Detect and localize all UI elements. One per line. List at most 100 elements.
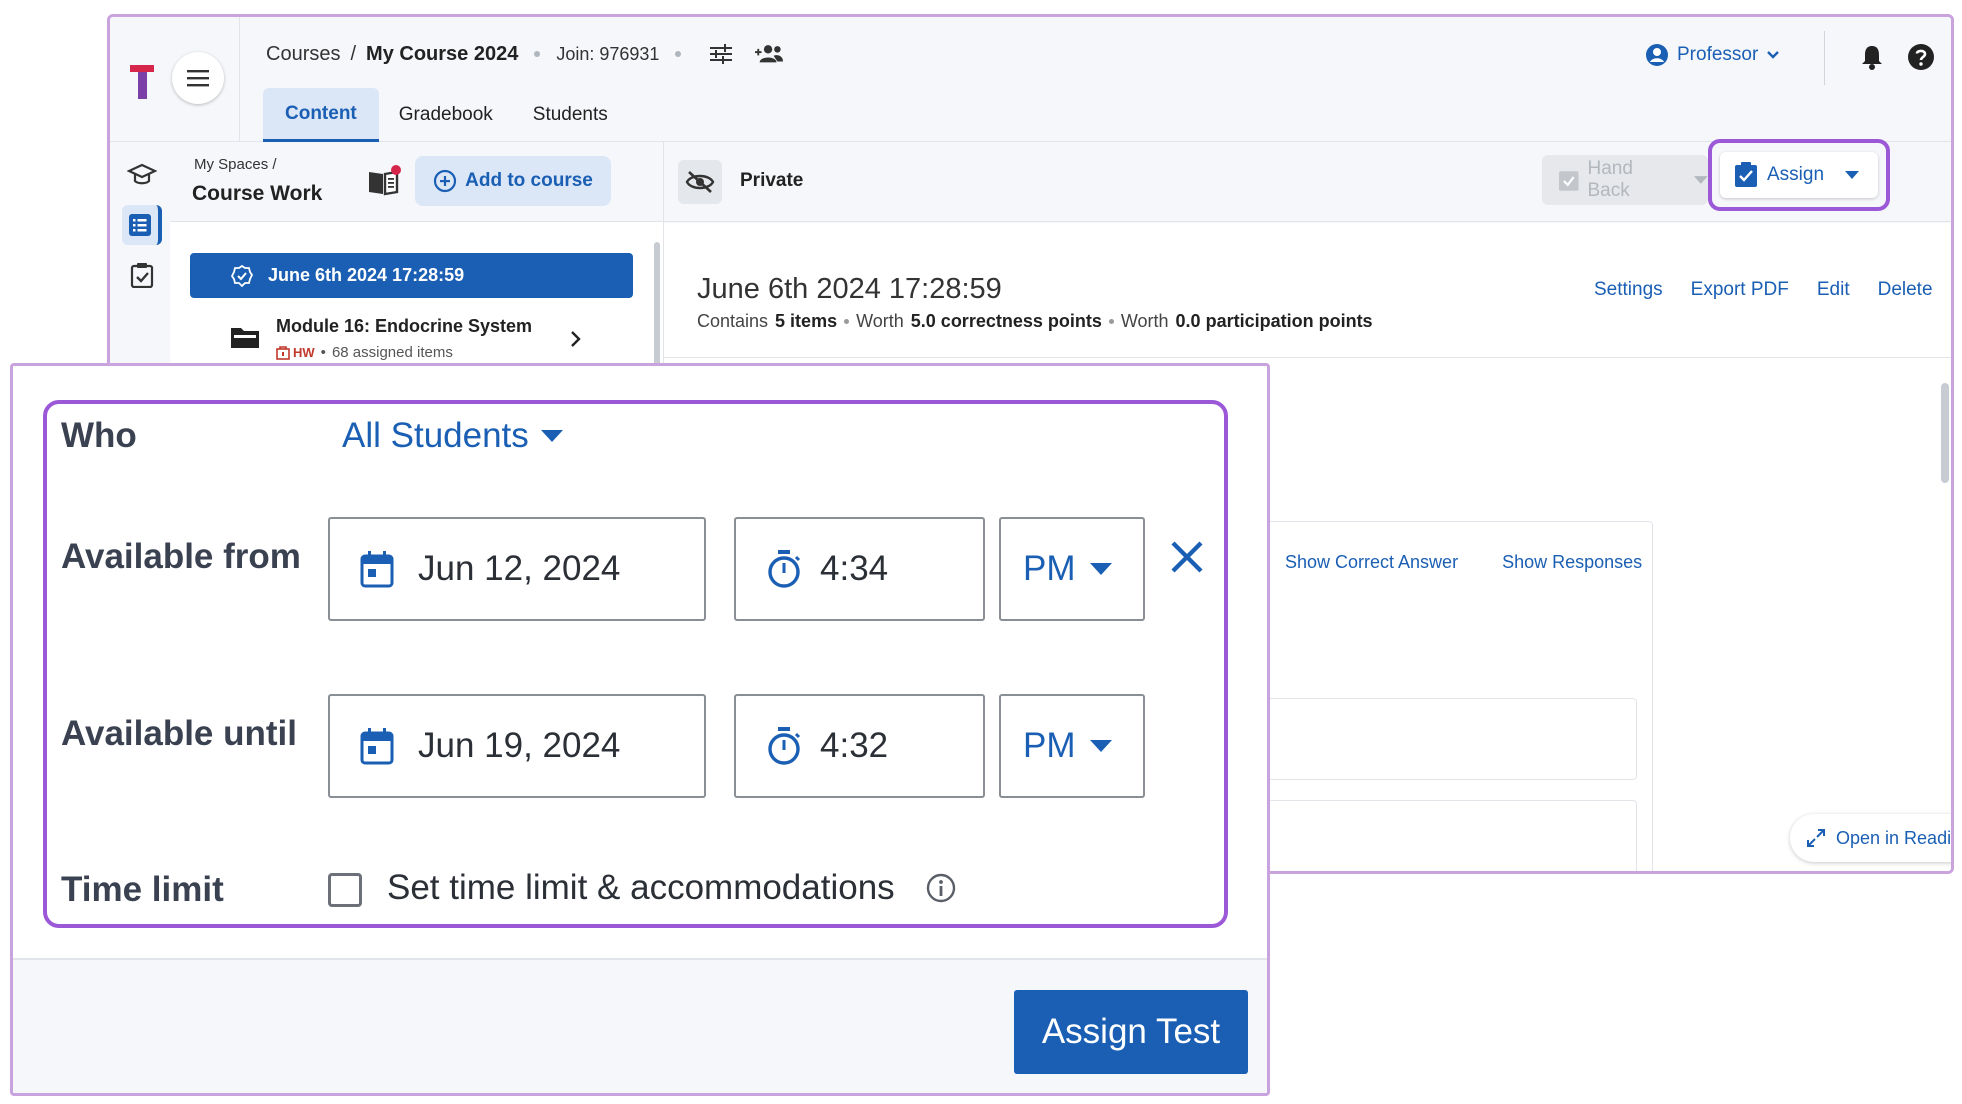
available-from-ampm-value: PM (1023, 549, 1076, 588)
help-icon[interactable] (1906, 42, 1936, 72)
separator-dot (844, 319, 850, 324)
rail-content-list-button[interactable] (122, 205, 162, 245)
available-from-date-value: Jun 12, 2024 (418, 549, 621, 588)
caret-down-icon (1089, 563, 1112, 575)
available-until-time-input[interactable]: 4:32 (734, 694, 985, 798)
time-limit-checkbox-label[interactable]: Set time limit & accommodations (387, 868, 895, 908)
clipboard-check-icon (1558, 171, 1579, 191)
visibility-label: Private (740, 170, 804, 191)
separator-dot (534, 51, 541, 57)
stopwatch-icon (768, 727, 801, 765)
content-toolbar: Private Hand Back Assign (664, 139, 1951, 222)
info-icon[interactable] (925, 872, 957, 904)
list-item-module[interactable]: Module 16: Endocrine System HW • 68 assi… (210, 310, 600, 370)
tab-gradebook[interactable]: Gradebook (379, 88, 513, 142)
sliders-icon (710, 44, 733, 64)
caret-down-icon (540, 430, 563, 442)
add-to-course-label: Add to course (465, 170, 593, 191)
divider (664, 357, 1951, 358)
add-to-course-button[interactable]: Add to course (415, 156, 611, 206)
rail-courses-button[interactable] (122, 155, 162, 195)
content-meta: Contains 5 items Worth 5.0 correctness p… (697, 311, 1373, 332)
module-title: Module 16: Endocrine System (276, 316, 533, 336)
tab-students[interactable]: Students (513, 88, 628, 142)
panel-header: My Spaces / Course Work Add to course (170, 142, 663, 222)
hamburger-icon (187, 70, 209, 87)
question-actions: Show Correct Answer Show Responses (1285, 552, 1642, 573)
homework-icon (276, 345, 290, 360)
rail-assignments-button[interactable] (122, 255, 162, 295)
assign-highlight: Assign (1708, 139, 1890, 211)
expand-icon (1807, 829, 1825, 847)
open-reading-view-button[interactable]: Open in Reading View (1790, 814, 1951, 862)
available-from-date-input[interactable]: Jun 12, 2024 (328, 517, 706, 621)
course-settings-button[interactable] (707, 40, 735, 68)
caret-down-icon (1845, 171, 1860, 179)
library-book-icon[interactable] (366, 164, 402, 198)
settings-link[interactable]: Settings (1594, 279, 1663, 301)
export-pdf-link[interactable]: Export PDF (1691, 279, 1789, 301)
available-until-time-value: 4:32 (820, 726, 889, 765)
caret-down-icon (1694, 176, 1708, 184)
module-meta: HW • 68 assigned items (276, 344, 453, 361)
available-until-ampm-value: PM (1023, 726, 1076, 765)
available-from-ampm-select[interactable]: PM (999, 517, 1145, 621)
delete-link[interactable]: Delete (1878, 279, 1933, 301)
time-limit-checkbox[interactable] (328, 873, 362, 907)
content-title: June 6th 2024 17:28:59 (697, 273, 1002, 305)
notifications-bell-icon[interactable] (1857, 42, 1887, 72)
show-responses-link[interactable]: Show Responses (1502, 552, 1642, 573)
assign-dialog: Who All Students Available from Jun 12, … (10, 363, 1270, 1096)
available-from-time-input[interactable]: 4:34 (734, 517, 985, 621)
menu-button[interactable] (172, 52, 224, 104)
header-divider-right (1824, 31, 1825, 85)
hand-back-label: Hand Back (1587, 158, 1633, 201)
manage-people-button[interactable] (755, 40, 784, 68)
caret-down-icon (1089, 740, 1112, 752)
panel-breadcrumb[interactable]: My Spaces / (194, 156, 277, 173)
breadcrumb-course-name: My Course 2024 (366, 42, 519, 65)
plus-circle-icon (434, 169, 457, 193)
course-tabs: Content Gradebook Students (263, 88, 628, 142)
hw-badge: HW (276, 345, 315, 360)
available-until-date-input[interactable]: Jun 19, 2024 (328, 694, 706, 798)
breadcrumb: Courses / My Course 2024 Join: 976931 (266, 39, 784, 69)
visibility-toggle-button[interactable] (678, 160, 722, 204)
graduation-cap-icon (127, 163, 157, 185)
assign-label: Assign (1767, 164, 1825, 185)
edit-link[interactable]: Edit (1817, 279, 1850, 301)
assign-button[interactable]: Assign (1720, 152, 1878, 198)
meta-prefix: Contains (697, 311, 769, 331)
folder-icon (231, 328, 259, 348)
who-select[interactable]: All Students (342, 416, 563, 456)
panel-scrollbar[interactable] (654, 242, 660, 382)
join-code: Join: 976931 (556, 43, 660, 64)
user-circle-icon (1646, 44, 1668, 66)
meta-participation: 0.0 participation points (1175, 311, 1373, 331)
available-until-ampm-select[interactable]: PM (999, 694, 1145, 798)
show-correct-answer-link[interactable]: Show Correct Answer (1285, 552, 1458, 573)
breadcrumb-courses[interactable]: Courses (266, 43, 340, 66)
tab-content[interactable]: Content (263, 88, 379, 142)
top-bar: Courses / My Course 2024 Join: 976931 Co… (110, 17, 1951, 142)
add-people-icon (755, 45, 784, 63)
assign-test-button[interactable]: Assign Test (1014, 990, 1248, 1074)
header-divider (239, 17, 240, 142)
breadcrumb-separator: / (350, 42, 357, 65)
close-icon[interactable] (1169, 539, 1205, 575)
separator-dot (1108, 319, 1114, 324)
role-label: Professor (1677, 44, 1759, 65)
content-scrollbar[interactable] (1941, 383, 1949, 483)
stopwatch-icon (768, 550, 801, 588)
selected-content-item[interactable]: June 6th 2024 17:28:59 (190, 253, 633, 298)
module-assigned-count: 68 assigned items (331, 344, 453, 361)
app-logo-icon (130, 65, 154, 99)
role-switcher[interactable]: Professor (1645, 43, 1780, 67)
available-until-label: Available until (61, 714, 297, 753)
meta-prefix: Worth (856, 311, 904, 331)
selected-item-label: June 6th 2024 17:28:59 (268, 265, 465, 285)
calendar-icon (360, 728, 394, 765)
list-icon (129, 214, 151, 236)
eye-off-icon (685, 171, 715, 193)
available-from-label: Available from (61, 537, 301, 576)
